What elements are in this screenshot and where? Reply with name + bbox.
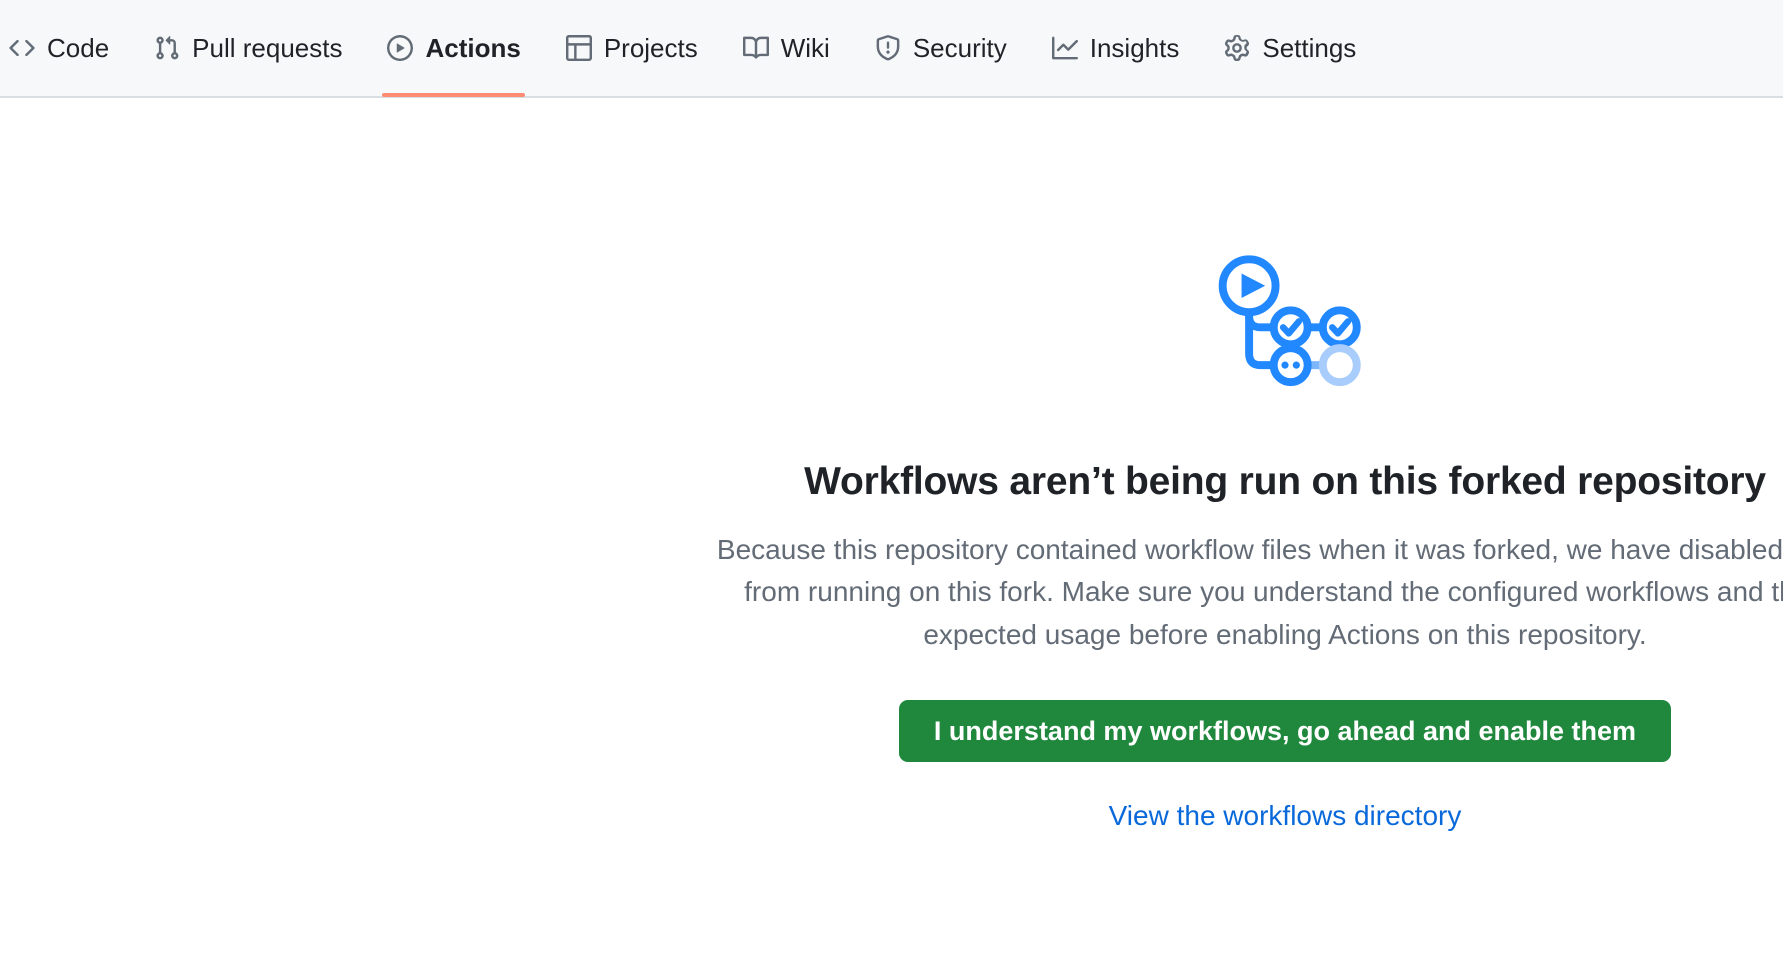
repository-nav: Code Pull requests Actions Projects Wiki… <box>0 0 1783 98</box>
nav-tab-label: Projects <box>603 33 698 63</box>
blankslate-actions: I understand my workflows, go ahead and … <box>640 700 1783 832</box>
nav-tab-label: Actions <box>425 33 521 63</box>
nav-tab-pull-requests[interactable]: Pull requests <box>131 0 364 97</box>
repository-nav-list: Code Pull requests Actions Projects Wiki… <box>0 0 1378 97</box>
table-icon <box>565 34 593 62</box>
nav-tab-insights[interactable]: Insights <box>1029 0 1202 97</box>
nav-tab-label: Code <box>47 33 110 63</box>
nav-tab-label: Security <box>912 33 1007 63</box>
enable-workflows-button[interactable]: I understand my workflows, go ahead and … <box>898 700 1672 763</box>
actions-main-content: Workflows aren’t being run on this forke… <box>0 98 1783 962</box>
shield-icon <box>874 34 902 62</box>
nav-tab-label: Settings <box>1262 33 1357 63</box>
nav-tab-settings[interactable]: Settings <box>1201 0 1378 97</box>
play-icon <box>386 34 414 62</box>
nav-tab-label: Wiki <box>780 33 830 63</box>
nav-tab-code[interactable]: Code <box>0 0 131 97</box>
nav-tab-label: Pull requests <box>192 33 343 63</box>
nav-tab-wiki[interactable]: Wiki <box>720 0 852 97</box>
fork-workflows-blankslate: Workflows aren’t being run on this forke… <box>640 248 1783 832</box>
git-pull-request-icon <box>153 34 181 62</box>
book-icon <box>742 34 770 62</box>
actions-workflow-illustration <box>640 248 1783 418</box>
graph-icon <box>1051 34 1079 62</box>
view-workflows-directory-link[interactable]: View the workflows directory <box>1109 800 1462 832</box>
nav-tab-label: Insights <box>1089 33 1180 63</box>
nav-tab-projects[interactable]: Projects <box>543 0 720 97</box>
gear-icon <box>1223 34 1251 62</box>
nav-tab-security[interactable]: Security <box>852 0 1029 97</box>
nav-tab-actions[interactable]: Actions <box>364 0 542 97</box>
blankslate-description: Because this repository contained workfl… <box>716 533 1783 650</box>
code-icon <box>8 34 36 62</box>
blankslate-heading: Workflows aren’t being run on this forke… <box>804 460 1766 503</box>
